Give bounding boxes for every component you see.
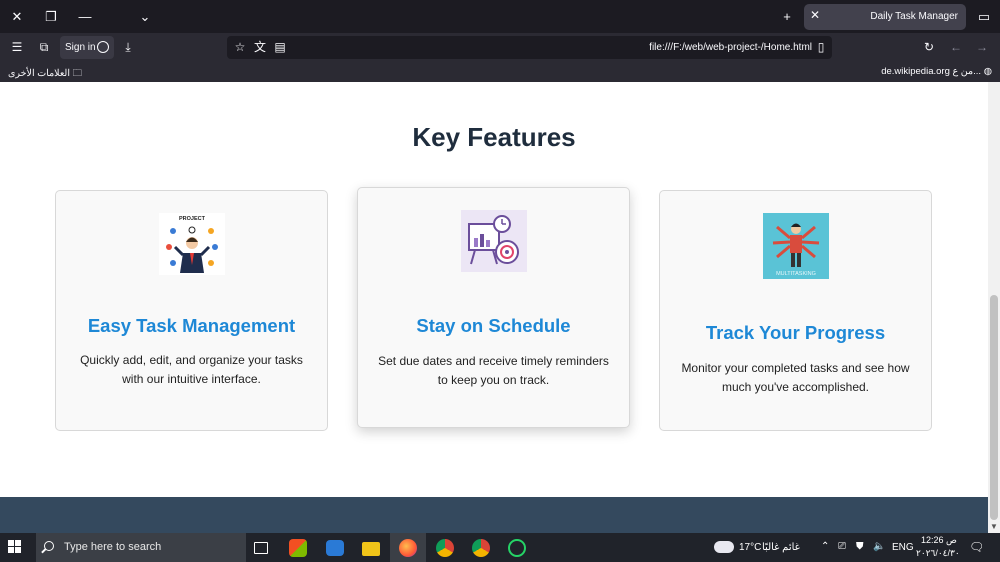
- bookmark-wikipedia[interactable]: de.wikipedia.org من ع... ◍: [881, 66, 992, 77]
- folder-icon: 🗀: [72, 68, 83, 79]
- network-icon[interactable]: ⎚: [838, 541, 846, 552]
- reader-view-icon[interactable]: ▤: [270, 37, 290, 57]
- notifications-icon[interactable]: 🗨: [969, 540, 984, 554]
- card-title: Stay on Schedule: [416, 315, 571, 336]
- page-scrollbar[interactable]: ▼: [988, 82, 1000, 533]
- file-explorer-icon[interactable]: [362, 542, 380, 556]
- bookmark-star-icon[interactable]: ☆: [230, 37, 250, 57]
- tab-bar: ✕ ❐ — ⌄ + ✕ Daily Task Manager ▭: [0, 0, 1000, 33]
- volume-icon[interactable]: 🔈: [873, 541, 885, 552]
- feature-card-schedule: Stay on Schedule Set due dates and recei…: [357, 187, 630, 428]
- illustration-project-label: PROJECT: [179, 216, 206, 222]
- minimize-window-icon[interactable]: —: [74, 6, 96, 28]
- sign-in-button[interactable]: Sign in: [60, 36, 114, 59]
- weather-cloud-icon[interactable]: [714, 541, 734, 553]
- bookmarks-toolbar: العلامات الأخرى 🗀 de.wikipedia.org من ع.…: [0, 62, 1000, 82]
- extensions-icon[interactable]: ⧉: [34, 37, 54, 57]
- input-language[interactable]: ENG: [892, 542, 914, 553]
- illustration-multitasking-label: MULTITASKING: [776, 271, 816, 277]
- tab-list-chevron-icon[interactable]: ⌄: [134, 6, 156, 28]
- card-description: Set due dates and receive timely reminde…: [378, 354, 609, 387]
- back-icon[interactable]: ←: [946, 37, 966, 57]
- address-bar[interactable]: ☆ 文 ▤ file:///F:/web/web-project-/Home.h…: [227, 36, 832, 59]
- search-icon: [44, 541, 54, 551]
- card-description: Monitor your completed tasks and see how…: [681, 361, 910, 394]
- clock-date[interactable]: ٢٠٢٦/٠٤/٣٠: [916, 548, 960, 559]
- windows-taskbar: Type here to search 17°C غائم غالبًا ⌃ ⎚…: [0, 533, 1000, 562]
- page-info-icon[interactable]: ▯: [811, 37, 831, 57]
- globe-icon: ◍: [983, 66, 992, 77]
- tab-overview-icon[interactable]: ▭: [973, 6, 995, 28]
- downloads-icon[interactable]: ⤓: [118, 37, 138, 57]
- clock-time[interactable]: 12:26 ص: [921, 535, 957, 546]
- card-description: Quickly add, edit, and organize your tas…: [80, 353, 303, 386]
- account-icon: [97, 41, 109, 53]
- project-manager-illustration: PROJECT: [158, 213, 225, 275]
- bookmarks-folder-label: العلامات الأخرى: [8, 68, 70, 79]
- multitasking-illustration: MULTITASKING: [762, 213, 829, 279]
- page-footer: [0, 497, 988, 533]
- weather-description[interactable]: غائم غالبًا: [762, 542, 800, 553]
- card-title: Easy Task Management: [87, 315, 296, 336]
- schedule-board-illustration: [460, 210, 527, 272]
- forward-icon[interactable]: →: [972, 37, 992, 57]
- other-bookmarks-folder[interactable]: العلامات الأخرى 🗀: [8, 66, 82, 82]
- feature-card-task-management: PROJECT Easy Task Management Quickly add…: [55, 190, 328, 431]
- menu-icon[interactable]: ☰: [7, 37, 27, 57]
- windows-start-icon[interactable]: [8, 540, 22, 554]
- close-window-icon[interactable]: ✕: [6, 6, 28, 28]
- firefox-icon: [399, 539, 417, 557]
- scrollbar-thumb[interactable]: [990, 295, 998, 520]
- taskbar-search-box[interactable]: Type here to search: [36, 533, 246, 562]
- chrome-icon[interactable]: [436, 539, 454, 557]
- security-shield-icon[interactable]: ⛊: [856, 541, 864, 552]
- search-placeholder: Type here to search: [64, 541, 162, 553]
- new-tab-icon[interactable]: +: [776, 6, 798, 28]
- tab-close-icon[interactable]: ✕: [810, 8, 820, 22]
- whatsapp-icon[interactable]: [508, 539, 526, 557]
- tab-title: Daily Task Manager: [870, 11, 958, 22]
- tray-overflow-chevron-icon[interactable]: ⌃: [821, 541, 829, 552]
- scroll-down-arrow-icon[interactable]: ▼: [990, 522, 998, 531]
- restore-window-icon[interactable]: ❐: [40, 6, 62, 28]
- weather-temperature[interactable]: 17°C: [739, 542, 761, 553]
- mail-icon[interactable]: [326, 540, 344, 556]
- navigation-toolbar: ☰ ⧉ Sign in ⤓ ☆ 文 ▤ file:///F:/web/web-p…: [0, 33, 1000, 62]
- feature-card-progress: MULTITASKING Track Your Progress Monitor…: [659, 190, 932, 431]
- taskbar-firefox-active[interactable]: [390, 533, 426, 562]
- reload-icon[interactable]: ↻: [919, 37, 939, 57]
- sign-in-label: Sign in: [65, 42, 96, 53]
- chrome-profile-icon[interactable]: [472, 539, 490, 557]
- tab-daily-task-manager[interactable]: ✕ Daily Task Manager: [804, 4, 966, 30]
- url-text: file:///F:/web/web-project-/Home.html: [649, 42, 812, 53]
- card-title: Track Your Progress: [705, 322, 886, 343]
- bookmark-wikipedia-label: de.wikipedia.org من ع...: [881, 66, 982, 77]
- page-viewport: Key Features PROJECT Easy Task Managemen…: [0, 82, 988, 533]
- translate-icon[interactable]: 文: [250, 37, 270, 57]
- task-view-icon[interactable]: [254, 542, 268, 554]
- microsoft-store-icon[interactable]: [289, 539, 307, 557]
- section-title: Key Features: [412, 122, 576, 152]
